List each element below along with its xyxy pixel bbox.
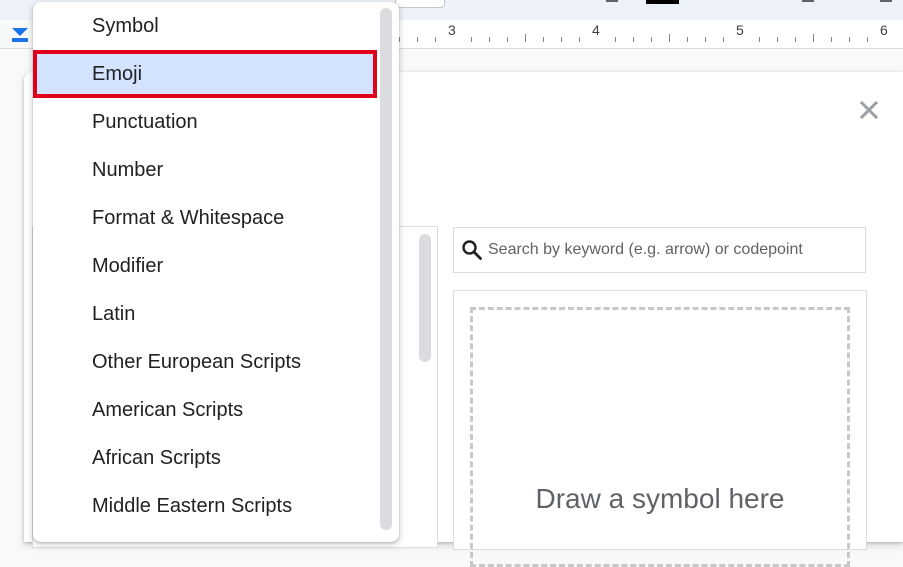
ruler-tick bbox=[399, 37, 400, 42]
draw-hint: Draw a symbol here bbox=[535, 483, 785, 514]
ruler-tick bbox=[795, 37, 796, 42]
menu-item-label: Other European Scripts bbox=[92, 350, 301, 373]
ruler-tick bbox=[525, 34, 526, 42]
menu-item-emoji[interactable]: Emoji bbox=[33, 50, 377, 98]
menu-item-label: Emoji bbox=[92, 62, 143, 85]
menu-item-label: Symbol bbox=[92, 14, 159, 37]
menu-item-latin[interactable]: Latin bbox=[33, 290, 377, 338]
menu-item-format-whitespace[interactable]: Format & Whitespace bbox=[33, 194, 377, 242]
menu-item-label: Number bbox=[92, 158, 164, 181]
indent-marker-icon[interactable] bbox=[12, 28, 28, 36]
ruler-tick bbox=[471, 37, 472, 42]
ruler-number: 5 bbox=[736, 22, 744, 38]
menu-item-label: Latin bbox=[92, 302, 136, 325]
close-icon bbox=[860, 101, 878, 119]
ruler-tick bbox=[651, 37, 652, 42]
ruler-tick bbox=[417, 37, 418, 42]
menu-item-african-scripts[interactable]: African Scripts bbox=[33, 434, 377, 482]
menu-item-middle-eastern-scripts[interactable]: Middle Eastern Scripts bbox=[33, 482, 377, 530]
ruler-tick bbox=[507, 37, 508, 42]
ruler-page-area bbox=[395, 20, 903, 48]
ruler-tick bbox=[687, 37, 688, 42]
toolbar-button-edge[interactable] bbox=[606, 0, 618, 2]
toolbar-button-edge[interactable] bbox=[802, 0, 814, 2]
first-line-indent-icon[interactable] bbox=[12, 38, 28, 42]
ruler-number: 3 bbox=[448, 22, 456, 38]
menu-scrollbar[interactable] bbox=[380, 8, 392, 530]
menu-item-label: Format & Whitespace bbox=[92, 206, 285, 229]
menu-item-label: Middle Eastern Scripts bbox=[92, 494, 293, 517]
ruler-tick bbox=[633, 37, 634, 42]
draw-panel: Draw a symbol here bbox=[453, 290, 867, 567]
ruler-tick bbox=[561, 37, 562, 42]
category-dropdown-menu: Symbol Emoji Punctuation Number Format &… bbox=[33, 2, 399, 542]
search-icon-wrap bbox=[456, 227, 488, 273]
draw-area[interactable]: Draw a symbol here bbox=[470, 307, 850, 567]
ruler-tick bbox=[831, 37, 832, 42]
close-button[interactable] bbox=[855, 96, 883, 124]
menu-item-label: Modifier bbox=[92, 254, 164, 277]
search-icon bbox=[462, 240, 482, 260]
ruler-tick bbox=[849, 37, 850, 42]
toolbar-font-size-box[interactable] bbox=[395, 0, 445, 8]
ruler-tick bbox=[705, 37, 706, 42]
menu-item-symbol[interactable]: Symbol bbox=[33, 2, 377, 50]
ruler-tick bbox=[669, 34, 670, 42]
ruler-number: 4 bbox=[592, 22, 600, 38]
ruler-tick bbox=[777, 37, 778, 42]
ruler-number: 6 bbox=[880, 22, 888, 38]
ruler-tick bbox=[723, 37, 724, 42]
ruler-tick bbox=[867, 37, 868, 42]
toolbar-button-edge[interactable] bbox=[880, 0, 892, 2]
menu-item-other-european-scripts[interactable]: Other European Scripts bbox=[33, 338, 377, 386]
search-box[interactable] bbox=[453, 227, 866, 273]
ruler-tick bbox=[579, 37, 580, 42]
search-input[interactable] bbox=[488, 230, 865, 270]
menu-item-label: African Scripts bbox=[92, 446, 221, 469]
text-color-swatch[interactable] bbox=[646, 0, 679, 4]
ruler-tick bbox=[615, 37, 616, 42]
symbol-grid-scrollbar[interactable] bbox=[419, 234, 431, 362]
menu-item-label: American Scripts bbox=[92, 398, 244, 421]
ruler-tick bbox=[489, 37, 490, 42]
ruler-tick bbox=[435, 37, 436, 42]
ruler-tick bbox=[543, 37, 544, 42]
menu-item-label: Punctuation bbox=[92, 110, 198, 133]
ruler-tick bbox=[813, 34, 814, 42]
menu-item-number[interactable]: Number bbox=[33, 146, 377, 194]
ruler-tick bbox=[759, 37, 760, 42]
menu-item-punctuation[interactable]: Punctuation bbox=[33, 98, 377, 146]
menu-item-american-scripts[interactable]: American Scripts bbox=[33, 386, 377, 434]
menu-item-modifier[interactable]: Modifier bbox=[33, 242, 377, 290]
